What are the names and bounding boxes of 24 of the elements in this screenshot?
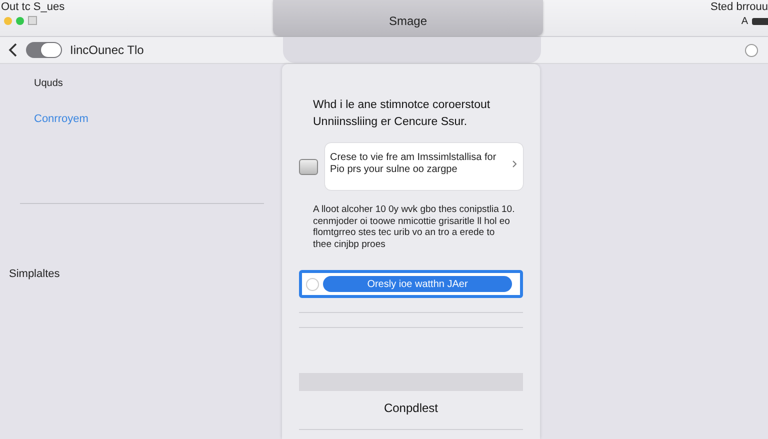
radio-button[interactable] bbox=[745, 44, 758, 56]
checkbox[interactable] bbox=[299, 158, 318, 174]
footer-button[interactable]: Conpdlest bbox=[384, 401, 438, 415]
toggle-switch[interactable] bbox=[26, 42, 62, 58]
sidebar-item[interactable]: Uquds bbox=[34, 78, 63, 89]
sidebar-item[interactable]: Simplaltes bbox=[9, 268, 60, 280]
chevron-icon bbox=[512, 160, 517, 168]
option-text: Crese to vie fre am Imssimlstallisa for Pio prs your sulne oo zargpe bbox=[330, 152, 498, 176]
radio-button[interactable] bbox=[306, 278, 319, 290]
back-icon[interactable] bbox=[8, 43, 18, 57]
status-letter: A bbox=[741, 16, 748, 27]
menu-title: Out tc S_ues bbox=[1, 1, 66, 13]
toolbar-label: IincOunec Tlo bbox=[70, 43, 144, 57]
window-button[interactable] bbox=[4, 16, 12, 24]
status-text: Sted brrouu bbox=[710, 1, 768, 13]
option-card[interactable]: Crese to vie fre am Imssimlstallisa for Pio prs your sulne oo zargpe bbox=[325, 143, 523, 190]
window-button[interactable] bbox=[28, 16, 37, 25]
description-text: A lloot alcoher 10 0y wvk gbo thes conipstlia 10. cenmjoder oi toowe nmicottie grisaritle ll hol eo flomtgrreo stes tec urib vo an tro a erede to thee cinjbp proes bbox=[313, 204, 515, 250]
window-button[interactable] bbox=[16, 16, 24, 24]
battery-icon bbox=[752, 18, 768, 25]
choice-row[interactable]: Oresly ioe watthn JAer bbox=[299, 270, 523, 298]
action-button[interactable]: Oresly ioe watthn JAer bbox=[323, 276, 512, 292]
header-title: Smage bbox=[388, 14, 428, 28]
dialog-heading: Whd i le ane stimnotce coroerstout Unniinssliing er Cencure Ssur. bbox=[313, 98, 492, 130]
